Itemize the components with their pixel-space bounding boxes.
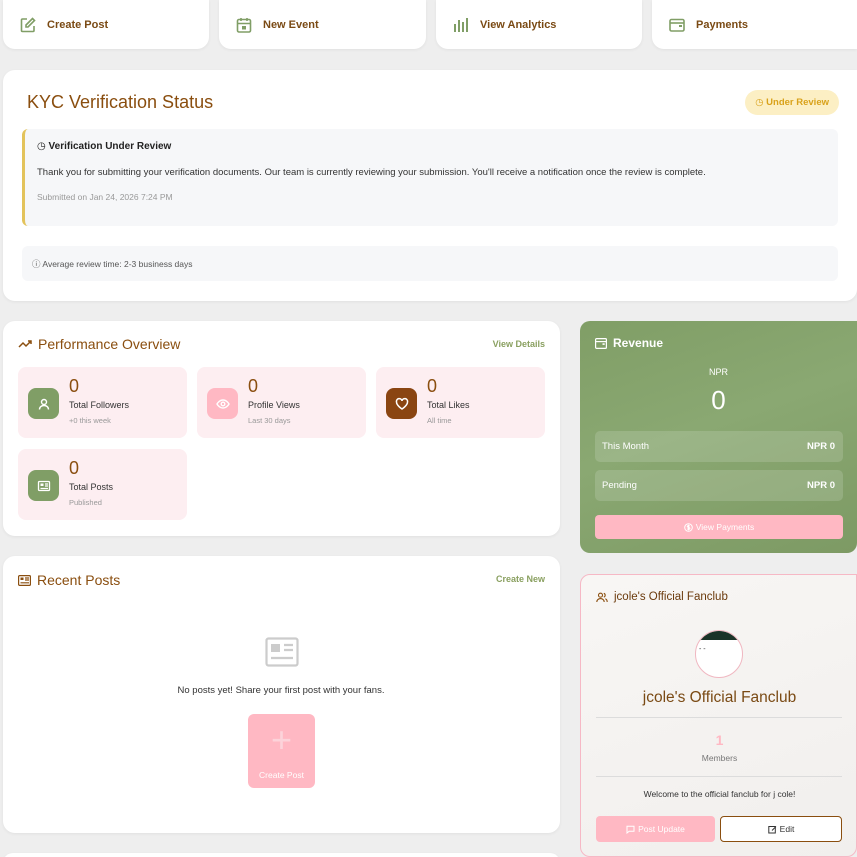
quick-action-label: View Analytics <box>480 18 557 31</box>
view-payments-label: View Payments <box>695 522 755 532</box>
quick-action-new-event[interactable]: New Event <box>219 0 426 49</box>
stat-value: 0 <box>427 376 438 396</box>
empty-state-text: No posts yet! Share your first post with… <box>177 685 385 696</box>
notice-body: Thank you for submitting your verificati… <box>37 167 706 178</box>
stat-sub: +0 this week <box>69 416 111 425</box>
fanclub-card: jcole's Official Fanclub - - jcole's Off… <box>580 574 857 857</box>
revenue-row-value: NPR 0 <box>807 441 835 452</box>
wallet-icon <box>595 337 607 349</box>
newspaper-icon <box>28 470 59 501</box>
revenue-card: Revenue NPR 0 This Month NPR 0 Pending N… <box>580 321 857 553</box>
revenue-row-label: This Month <box>602 441 649 452</box>
status-badge-label: Under Review <box>766 97 829 108</box>
edit-button[interactable]: Edit <box>720 816 842 842</box>
stat-label: Total Followers <box>69 400 130 410</box>
members-label: Members <box>701 753 738 763</box>
users-icon <box>596 592 608 602</box>
eye-icon <box>207 388 238 419</box>
revenue-amount: 0 <box>711 385 726 415</box>
fanclub-avatar[interactable]: - - <box>695 630 743 678</box>
performance-title: Performance Overview <box>18 336 180 352</box>
message-icon <box>626 825 635 834</box>
avatar-banner <box>696 631 742 640</box>
edit-icon <box>19 16 37 34</box>
create-post-label: Create Post <box>259 770 304 780</box>
stat-sub: Last 30 days <box>248 416 291 425</box>
quick-action-label: New Event <box>263 18 319 31</box>
notice-heading: ◷ Verification Under Review <box>37 141 171 152</box>
newspaper-icon <box>265 637 299 672</box>
revenue-title: Revenue <box>595 336 663 350</box>
divider <box>596 776 842 777</box>
info-icon: ⓘ <box>32 259 41 269</box>
post-update-label: Post Update <box>638 824 685 834</box>
recent-posts-title: Recent Posts <box>18 572 120 588</box>
stat-card-followers: 0 Total Followers +0 this week <box>18 367 187 438</box>
recent-posts-card: Recent Posts Create New No posts yet! Sh… <box>3 556 560 833</box>
dollar-circle-icon <box>683 522 693 532</box>
average-review-time-text: Average review time: 2-3 business days <box>42 259 193 269</box>
stat-card-likes: 0 Total Likes All time <box>376 367 545 438</box>
create-new-link[interactable]: Create New <box>496 574 545 584</box>
user-icon <box>28 388 59 419</box>
post-update-button[interactable]: Post Update <box>596 816 715 842</box>
members-count: 1 <box>715 732 724 748</box>
calendar-icon <box>235 16 253 34</box>
edit-icon <box>767 825 777 833</box>
stat-card-posts: 0 Total Posts Published <box>18 449 187 520</box>
stat-label: Total Likes <box>427 400 470 410</box>
kyc-title: KYC Verification Status <box>27 92 214 112</box>
revenue-currency: NPR <box>708 367 728 377</box>
stat-value: 0 <box>69 376 80 396</box>
quick-action-label: Create Post <box>47 18 109 31</box>
quick-action-label: Payments <box>696 18 748 31</box>
status-badge: ◷ Under Review <box>745 90 839 115</box>
average-review-time: ⓘ Average review time: 2-3 business days <box>22 246 838 281</box>
performance-title-text: Performance Overview <box>38 336 181 352</box>
stat-label: Total Posts <box>69 482 114 492</box>
revenue-row-value: NPR 0 <box>807 480 835 491</box>
trending-up-icon <box>18 340 32 348</box>
quick-action-create-post[interactable]: Create Post <box>3 0 209 49</box>
clock-icon: ◷ <box>755 97 764 108</box>
view-details-link[interactable]: View Details <box>493 339 545 349</box>
stat-value: 0 <box>69 458 80 478</box>
divider <box>596 717 842 718</box>
stat-sub: All time <box>427 416 452 425</box>
clock-icon: ◷ <box>37 141 46 152</box>
revenue-row-pending: Pending NPR 0 <box>595 470 843 501</box>
fanclub-name: jcole's Official Fanclub <box>642 689 797 706</box>
kyc-notice: ◷ Verification Under Review Thank you fo… <box>22 129 838 226</box>
create-post-button[interactable]: + Create Post <box>248 714 315 788</box>
next-section-card <box>3 853 560 857</box>
wallet-icon <box>668 16 686 34</box>
notice-heading-text: Verification Under Review <box>48 141 172 152</box>
quick-action-view-analytics[interactable]: View Analytics <box>436 0 642 49</box>
revenue-row-label: Pending <box>602 480 637 491</box>
newspaper-icon <box>18 574 31 586</box>
fanclub-header: jcole's Official Fanclub <box>596 591 728 603</box>
bar-chart-icon <box>452 16 470 34</box>
performance-overview-card: Performance Overview View Details 0 Tota… <box>3 321 560 536</box>
revenue-title-text: Revenue <box>613 336 664 350</box>
avatar-text: - - <box>699 646 706 653</box>
heart-icon <box>386 388 417 419</box>
submitted-date: Submitted on Jan 24, 2026 7:24 PM <box>37 192 173 202</box>
quick-action-payments[interactable]: Payments <box>652 0 857 49</box>
stat-card-profile-views: 0 Profile Views Last 30 days <box>197 367 366 438</box>
edit-label: Edit <box>779 824 795 834</box>
plus-icon: + <box>270 719 293 760</box>
stat-sub: Published <box>69 498 102 507</box>
fanclub-welcome: Welcome to the official fanclub for j co… <box>643 789 796 799</box>
revenue-row-this-month: This Month NPR 0 <box>595 431 843 462</box>
view-payments-button[interactable]: View Payments <box>595 515 843 539</box>
kyc-card: KYC Verification Status ◷ Under Review ◷… <box>3 70 857 301</box>
stat-label: Profile Views <box>248 400 300 410</box>
fanclub-header-text: jcole's Official Fanclub <box>614 591 728 603</box>
stat-value: 0 <box>248 376 259 396</box>
recent-posts-title-text: Recent Posts <box>37 572 121 588</box>
